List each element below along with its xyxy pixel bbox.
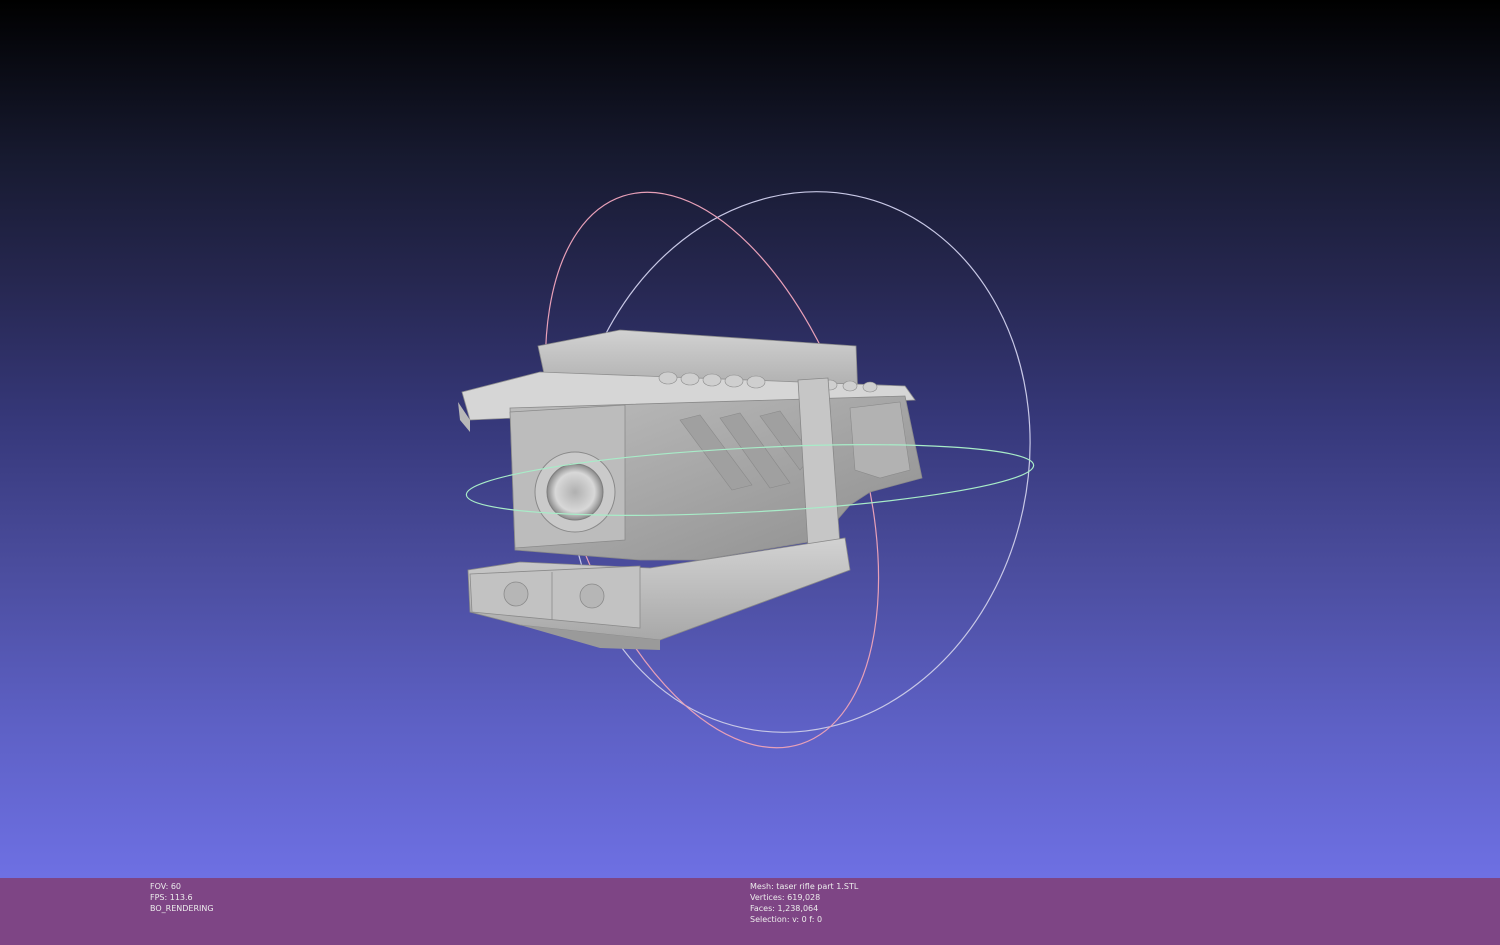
3d-viewport[interactable] [0, 0, 1500, 878]
faces-readout: Faces: 1,238,064 [750, 904, 819, 913]
status-bar: FOV: 60 FPS: 113.6 BO_RENDERING Mesh: ta… [0, 878, 1500, 945]
mesh-model[interactable] [458, 329, 923, 650]
render-info: FOV: 60 FPS: 113.6 BO_RENDERING [150, 881, 214, 914]
mesh-name-readout: Mesh: taser rifle part 1.STL [750, 882, 859, 891]
mesh-info: Mesh: taser rifle part 1.STL Vertices: 6… [750, 881, 858, 925]
fov-readout: FOV: 60 [150, 882, 181, 891]
vertices-readout: Vertices: 619,028 [750, 893, 821, 902]
selection-readout: Selection: v: 0 f: 0 [750, 915, 823, 924]
render-mode-readout: BO_RENDERING [150, 904, 214, 913]
scene-canvas[interactable] [0, 0, 1500, 878]
fps-readout: FPS: 113.6 [150, 893, 193, 902]
